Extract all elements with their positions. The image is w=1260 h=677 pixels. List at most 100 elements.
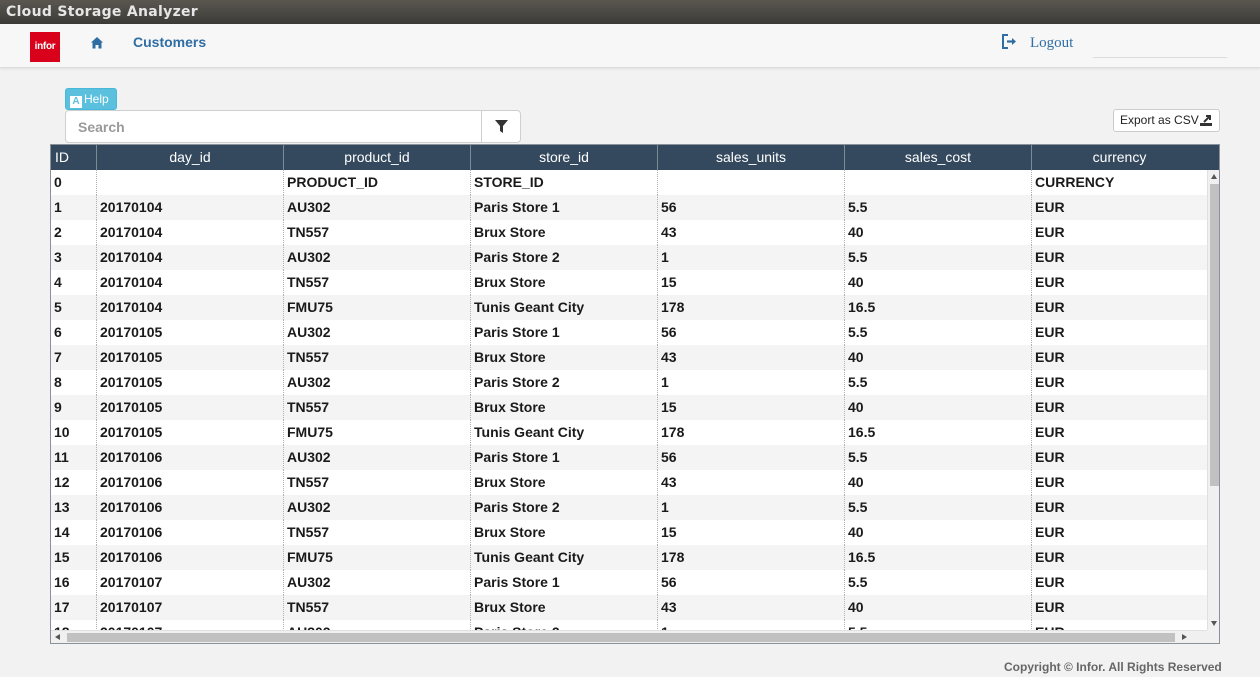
table-cell: Brux Store [471, 520, 658, 545]
table-cell [845, 170, 1032, 195]
grid-header: ID day_id product_id store_id sales_unit… [51, 145, 1219, 170]
table-cell: 3 [51, 245, 97, 270]
table-row[interactable]: 2 20170104 TN557 Brux Store 43 40 EUR [51, 220, 1207, 245]
scroll-right-arrow-icon[interactable] [1182, 634, 1187, 640]
filter-button[interactable] [481, 110, 521, 143]
table-cell: AU302 [284, 495, 471, 520]
scroll-down-arrow-icon[interactable] [1211, 621, 1217, 626]
table-cell: 178 [658, 295, 845, 320]
table-cell: 5.5 [845, 195, 1032, 220]
table-cell: Paris Store 2 [471, 620, 658, 630]
vertical-scrollbar[interactable] [1207, 170, 1219, 630]
table-row[interactable]: 12 20170106 TN557 Brux Store 43 40 EUR [51, 470, 1207, 495]
export-csv-button[interactable]: Export as CSV [1113, 109, 1220, 132]
home-icon[interactable] [90, 36, 104, 50]
top-navbar: infor Customers Logout [0, 24, 1260, 68]
table-row[interactable]: 11 20170106 AU302 Paris Store 1 56 5.5 EUR [51, 445, 1207, 470]
table-cell: 15 [658, 520, 845, 545]
table-cell: TN557 [284, 395, 471, 420]
table-cell: Brux Store [471, 270, 658, 295]
table-row[interactable]: 8 20170105 AU302 Paris Store 2 1 5.5 EUR [51, 370, 1207, 395]
column-header-currency[interactable]: currency [1032, 145, 1207, 170]
table-cell: TN557 [284, 220, 471, 245]
table-cell: 20170107 [97, 570, 284, 595]
column-header-sales-units[interactable]: sales_units [658, 145, 845, 170]
help-button[interactable]: A Help [65, 88, 117, 110]
table-cell: Brux Store [471, 395, 658, 420]
table-row[interactable]: 6 20170105 AU302 Paris Store 1 56 5.5 EUR [51, 320, 1207, 345]
table-cell: 16.5 [845, 545, 1032, 570]
logout-link[interactable]: Logout [1030, 35, 1073, 52]
table-cell: TN557 [284, 345, 471, 370]
table-row[interactable]: 10 20170105 FMU75 Tunis Geant City 178 16.5 EU… [51, 420, 1207, 445]
table-cell: 8 [51, 370, 97, 395]
table-cell: 17 [51, 595, 97, 620]
column-header-store-id[interactable]: store_id [471, 145, 658, 170]
nav-customers-link[interactable]: Customers [133, 34, 206, 50]
table-cell: EUR [1035, 549, 1065, 565]
column-header-day-id[interactable]: day_id [97, 145, 284, 170]
table-cell: 1 [658, 370, 845, 395]
column-header-id[interactable]: ID [51, 145, 97, 170]
table-row[interactable]: 13 20170106 AU302 Paris Store 2 1 5.5 EUR [51, 495, 1207, 520]
column-header-sales-cost[interactable]: sales_cost [845, 145, 1032, 170]
table-cell: 14 [51, 520, 97, 545]
search-input[interactable] [65, 110, 482, 143]
help-label: Help [84, 92, 109, 106]
table-cell: 178 [658, 420, 845, 445]
horizontal-scrollbar[interactable] [51, 630, 1207, 643]
table-cell: 5 [51, 295, 97, 320]
table-row[interactable]: 4 20170104 TN557 Brux Store 15 40 EUR [51, 270, 1207, 295]
table-cell: 20170106 [97, 495, 284, 520]
scroll-up-arrow-icon[interactable] [1211, 174, 1217, 179]
table-cell: 20170107 [97, 595, 284, 620]
table-row[interactable]: 17 20170107 TN557 Brux Store 43 40 EUR [51, 595, 1207, 620]
table-cell: 43 [658, 345, 845, 370]
table-cell: 40 [845, 470, 1032, 495]
table-row[interactable]: 15 20170106 FMU75 Tunis Geant City 178 16.5 EU… [51, 545, 1207, 570]
help-icon: A [70, 96, 82, 108]
table-cell: AU302 [284, 370, 471, 395]
table-cell: Paris Store 1 [471, 570, 658, 595]
table-cell: 1 [658, 620, 845, 630]
table-cell: 11 [51, 445, 97, 470]
vertical-scroll-thumb[interactable] [1210, 184, 1219, 486]
table-cell: EUR [1035, 324, 1065, 340]
column-header-product-id[interactable]: product_id [284, 145, 471, 170]
logout-icon[interactable] [1001, 34, 1018, 49]
table-cell: AU302 [284, 245, 471, 270]
filter-icon [495, 120, 508, 133]
table-cell: 9 [51, 395, 97, 420]
footer-copyright: Copyright © Infor. All Rights Reserved [1004, 660, 1222, 674]
table-row[interactable]: 16 20170107 AU302 Paris Store 1 56 5.5 EUR [51, 570, 1207, 595]
table-cell: 2 [51, 220, 97, 245]
table-row[interactable]: 0 PRODUCT_ID STORE_ID CURRENCY [51, 170, 1207, 195]
table-cell: Paris Store 2 [471, 245, 658, 270]
window-title-bar: Cloud Storage Analyzer [0, 0, 1260, 24]
horizontal-scroll-thumb[interactable] [67, 633, 1175, 642]
table-cell: EUR [1035, 574, 1065, 590]
table-cell: 20170104 [97, 195, 284, 220]
table-cell: 20170106 [97, 470, 284, 495]
table-cell: TN557 [284, 270, 471, 295]
table-cell: 40 [845, 345, 1032, 370]
table-row[interactable]: 1820170107AU302Paris Store 215.5EUR [51, 620, 1207, 630]
table-row[interactable]: 5 20170104 FMU75 Tunis Geant City 178 16.5 EUR [51, 295, 1207, 320]
table-row[interactable]: 1 20170104 AU302 Paris Store 1 56 5.5 EUR [51, 195, 1207, 220]
table-row[interactable]: 3 20170104 AU302 Paris Store 2 1 5.5 EUR [51, 245, 1207, 270]
table-row[interactable]: 14 20170106 TN557 Brux Store 15 40 EUR [51, 520, 1207, 545]
table-cell: FMU75 [284, 545, 471, 570]
table-cell: 10 [51, 420, 97, 445]
table-cell: EUR [1035, 199, 1065, 215]
table-cell: AU302 [284, 445, 471, 470]
infor-logo[interactable]: infor [30, 32, 60, 62]
table-row[interactable]: 7 20170105 TN557 Brux Store 43 40 EUR [51, 345, 1207, 370]
table-cell: Brux Store [471, 220, 658, 245]
table-cell: 40 [845, 395, 1032, 420]
table-cell: FMU75 [284, 420, 471, 445]
table-cell: 4 [51, 270, 97, 295]
table-cell: 16 [51, 570, 97, 595]
table-cell: EUR [1035, 399, 1065, 415]
scroll-left-arrow-icon[interactable] [55, 634, 60, 640]
table-row[interactable]: 9 20170105 TN557 Brux Store 15 40 EUR [51, 395, 1207, 420]
